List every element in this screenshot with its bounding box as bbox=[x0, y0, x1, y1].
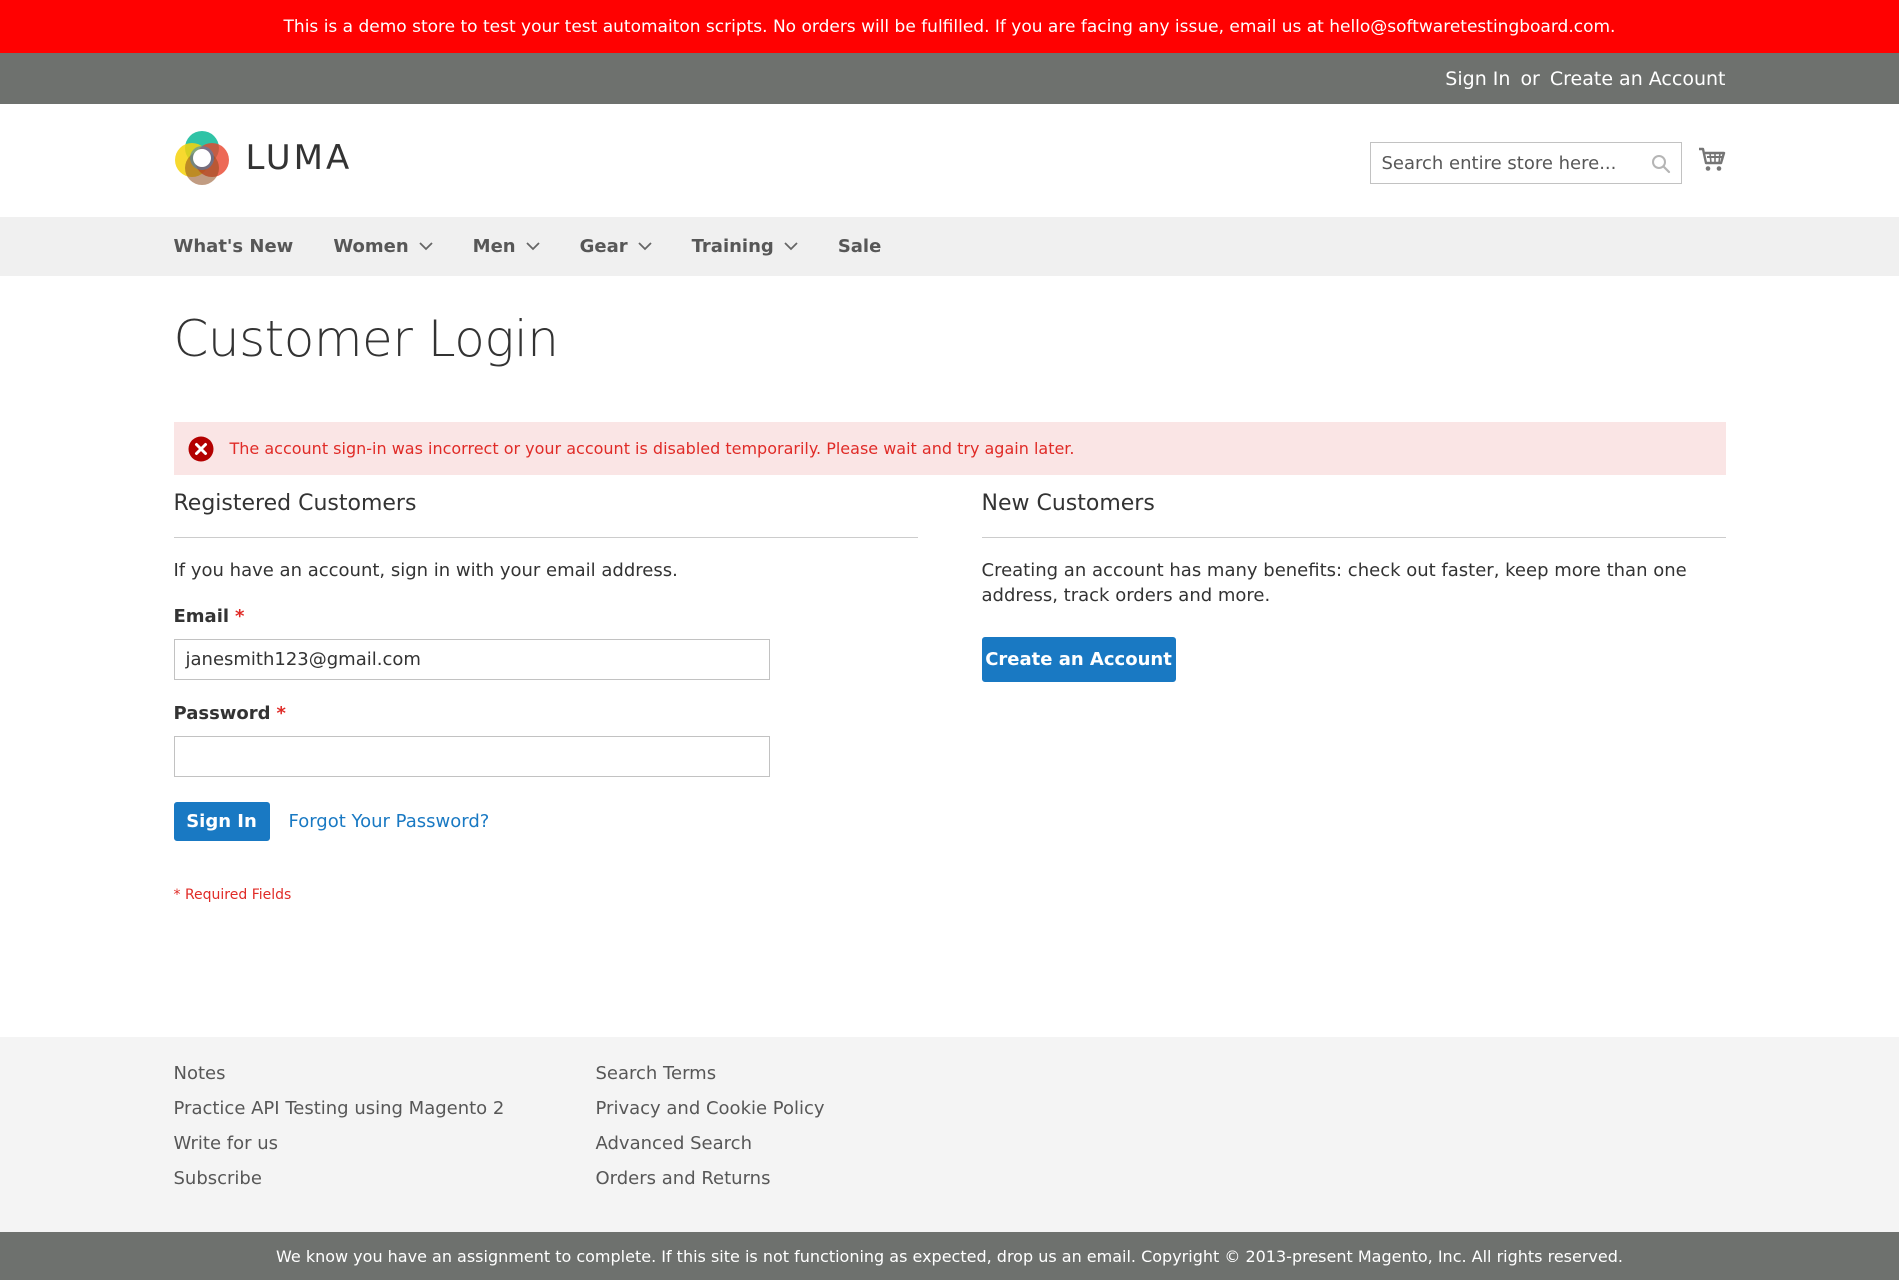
search-icon[interactable] bbox=[1651, 154, 1671, 174]
nav-item-label: Women bbox=[333, 236, 409, 257]
new-customers-intro: Creating an account has many benefits: c… bbox=[981, 560, 1687, 606]
error-icon bbox=[188, 436, 213, 461]
registered-customers-intro: If you have an account, sign in with you… bbox=[173, 560, 678, 581]
login-columns: Registered Customers If you have an acco… bbox=[173, 489, 1726, 903]
chevron-down-icon bbox=[419, 242, 433, 251]
nav-item-sale[interactable]: Sale bbox=[838, 236, 882, 257]
email-field[interactable]: janesmith123@gmail.com bbox=[173, 639, 770, 680]
nav-item-women[interactable]: Women bbox=[333, 236, 433, 257]
password-label-text: Password bbox=[173, 703, 271, 724]
email-label-text: Email bbox=[173, 606, 230, 627]
error-message: The account sign-in was incorrect or you… bbox=[173, 422, 1726, 475]
footer-link-subscribe[interactable]: Subscribe bbox=[174, 1167, 596, 1202]
nav-item-label: Sale bbox=[837, 236, 882, 257]
password-field[interactable] bbox=[173, 736, 770, 777]
footer: Notes Practice API Testing using Magento… bbox=[0, 1037, 1899, 1232]
nav-item-men[interactable]: Men bbox=[473, 236, 540, 257]
chevron-down-icon bbox=[637, 242, 652, 251]
header-create-account-link[interactable]: Create an Account bbox=[1550, 68, 1726, 90]
error-message-text: The account sign-in was incorrect or you… bbox=[229, 439, 1075, 458]
new-customers-title: New Customers bbox=[981, 489, 1726, 538]
footer-link-search-terms[interactable]: Search Terms bbox=[596, 1062, 1018, 1097]
luma-logo[interactable]: LUMA bbox=[174, 130, 353, 186]
demo-notice-text: This is a demo store to test your test a… bbox=[283, 16, 1616, 37]
main-content: Customer Login The account sign-in was i… bbox=[173, 309, 1726, 903]
nav-item-label: Training bbox=[691, 236, 774, 257]
footer-links-col1: Notes Practice API Testing using Magento… bbox=[174, 1062, 596, 1202]
demo-notice-bar: This is a demo store to test your test a… bbox=[0, 0, 1899, 53]
cart-icon[interactable] bbox=[1698, 147, 1726, 173]
email-label: Email * bbox=[174, 606, 918, 627]
registered-customers-block: Registered Customers If you have an acco… bbox=[173, 489, 918, 903]
required-asterisk: * bbox=[235, 606, 245, 627]
required-asterisk: * bbox=[276, 703, 286, 724]
footer-link-privacy[interactable]: Privacy and Cookie Policy bbox=[596, 1097, 1018, 1132]
email-field-value: janesmith123@gmail.com bbox=[185, 649, 421, 670]
footer-link-advanced-search[interactable]: Advanced Search bbox=[596, 1132, 1018, 1167]
panel-header: Sign In or Create an Account bbox=[0, 53, 1899, 104]
nav-item-label: What's New bbox=[173, 236, 294, 257]
luma-logo-icon bbox=[174, 131, 229, 185]
footer-link-orders-returns[interactable]: Orders and Returns bbox=[596, 1167, 1018, 1202]
main-navigation: What's New Women Men Gear Training Sale bbox=[0, 217, 1899, 276]
new-customers-block: New Customers Creating an account has ma… bbox=[981, 489, 1726, 903]
nav-item-label: Men bbox=[472, 236, 516, 257]
forgot-password-link[interactable]: Forgot Your Password? bbox=[289, 811, 490, 832]
login-actions: Sign In Forgot Your Password? bbox=[173, 802, 918, 841]
copyright-bar: We know you have an assignment to comple… bbox=[0, 1232, 1899, 1280]
sign-in-button[interactable]: Sign In bbox=[173, 802, 270, 841]
header-sign-in-link[interactable]: Sign In bbox=[1445, 68, 1510, 90]
password-label: Password * bbox=[174, 703, 918, 724]
footer-link-write-for-us[interactable]: Write for us bbox=[174, 1132, 596, 1167]
search-box bbox=[1369, 142, 1682, 184]
create-account-button[interactable]: Create an Account bbox=[981, 637, 1176, 682]
nav-item-gear[interactable]: Gear bbox=[580, 236, 652, 257]
required-fields-note: * Required Fields bbox=[173, 887, 292, 903]
footer-link-notes[interactable]: Notes bbox=[174, 1062, 596, 1097]
page-title: Customer Login bbox=[173, 310, 559, 368]
footer-links-col2: Search Terms Privacy and Cookie Policy A… bbox=[596, 1062, 1018, 1202]
nav-item-label: Gear bbox=[579, 236, 628, 257]
search-input[interactable] bbox=[1370, 143, 1681, 183]
registered-customers-title: Registered Customers bbox=[173, 489, 918, 538]
site-header: LUMA bbox=[0, 104, 1899, 217]
logo-text: LUMA bbox=[245, 138, 353, 178]
footer-link-practice-api[interactable]: Practice API Testing using Magento 2 bbox=[174, 1097, 596, 1132]
chevron-down-icon bbox=[525, 242, 540, 251]
nav-item-whats-new[interactable]: What's New bbox=[174, 236, 294, 257]
header-or-text: or bbox=[1520, 67, 1540, 90]
copyright-text: We know you have an assignment to comple… bbox=[276, 1246, 1623, 1266]
nav-item-training[interactable]: Training bbox=[692, 236, 798, 257]
chevron-down-icon bbox=[784, 242, 798, 251]
